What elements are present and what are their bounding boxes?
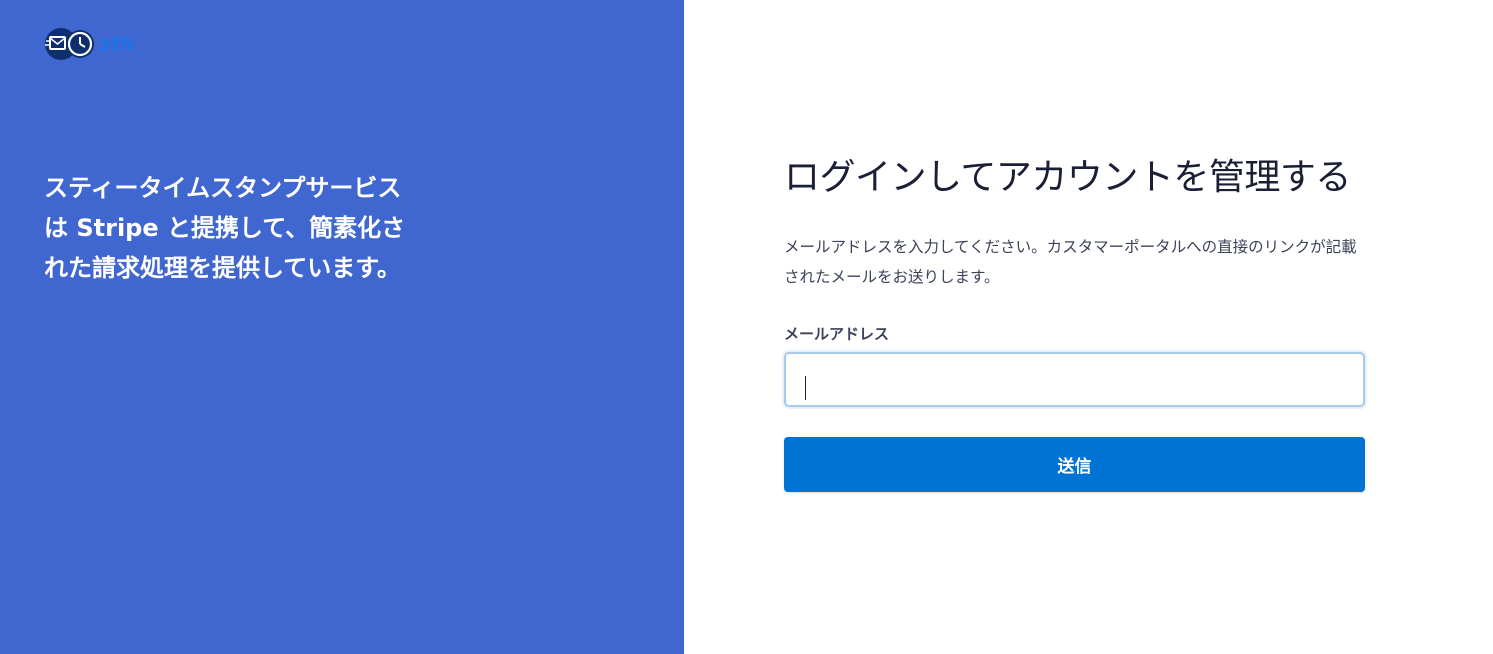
login-form: ログインしてアカウントを管理する メールアドレスを入力してください。カスタマーポ… [784,152,1365,492]
login-panel: ログインしてアカウントを管理する メールアドレスを入力してください。カスタマーポ… [684,0,1493,654]
login-page: sth スティータイムスタンプサービスは Stripe と提携して、簡素化された… [0,0,1493,654]
brand-tagline: スティータイムスタンプサービスは Stripe と提携して、簡素化された請求処理… [44,174,406,282]
logo-text: sth [100,33,134,55]
envelope-clock-logo-icon [44,27,96,61]
submit-button[interactable]: 送信 [784,437,1365,492]
login-description: メールアドレスを入力してください。カスタマーポータルへの直接のリンクが記載された… [784,238,1357,286]
email-label: メールアドレス [784,325,890,343]
email-input-wrapper [784,352,1365,407]
page-title: ログインしてアカウントを管理する [784,157,1351,198]
text-caret [805,376,806,400]
brand-panel: sth スティータイムスタンプサービスは Stripe と提携して、簡素化された… [0,0,684,654]
email-input[interactable] [784,352,1365,407]
brand-logo[interactable]: sth [44,26,164,62]
